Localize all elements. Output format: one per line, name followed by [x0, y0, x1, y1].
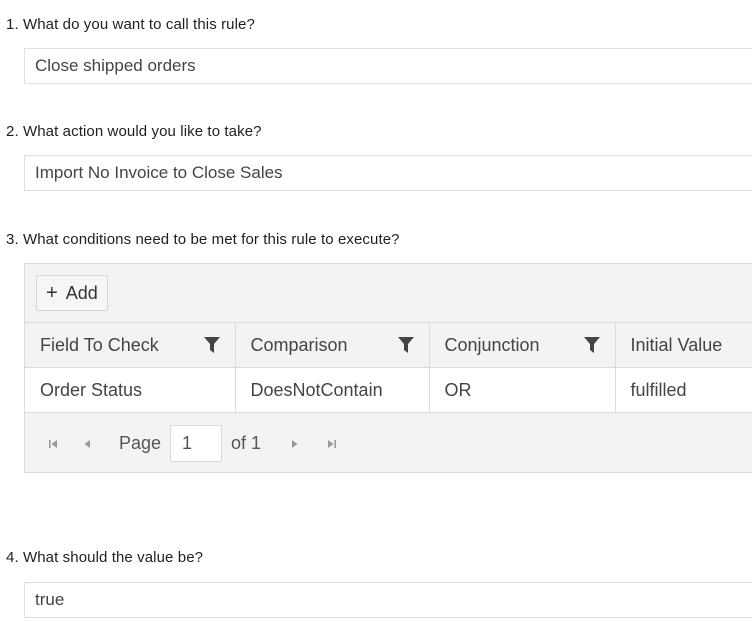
table-header-row: Field To Check Comparison Conjunction In… [25, 322, 752, 368]
question-conditions: 3. What conditions need to be met for th… [6, 231, 400, 248]
page-number-input[interactable]: 1 [170, 425, 223, 462]
filter-icon[interactable] [397, 337, 414, 354]
column-header-label: Comparison [250, 334, 348, 355]
page-label: Page [119, 433, 162, 453]
question-rule-name: 1. What do you want to call this rule? [6, 16, 255, 33]
column-header-conjunction[interactable]: Conjunction [428, 322, 616, 368]
filter-icon[interactable] [583, 337, 600, 354]
column-header-label: Conjunction [444, 334, 540, 355]
pager: Page 1 of 1 [25, 415, 752, 472]
add-condition-button[interactable]: + Add [36, 275, 108, 311]
column-header-comparison[interactable]: Comparison [234, 322, 430, 368]
filter-icon[interactable] [203, 337, 220, 354]
next-page-icon[interactable] [289, 438, 301, 450]
question-value: 4. What should the value be? [6, 549, 204, 566]
add-button-label: Add [65, 282, 98, 303]
rule-name-field[interactable]: Close shipped orders [24, 48, 752, 84]
column-header-label: Initial Value [630, 334, 723, 355]
table-cell[interactable]: DoesNotContain [234, 367, 430, 413]
table-cell[interactable]: fulfilled [614, 367, 752, 413]
last-page-icon[interactable] [326, 438, 338, 450]
column-header-label: Field To Check [40, 334, 159, 355]
table-row[interactable]: Order Status DoesNotContain OR fulfilled [25, 367, 752, 413]
prev-page-icon[interactable] [81, 438, 93, 450]
value-field[interactable]: true [24, 582, 752, 618]
column-header-initial-value[interactable]: Initial Value [614, 322, 752, 368]
table-cell[interactable]: OR [428, 367, 616, 413]
conditions-grid: + Add Field To Check Comparison Conjunct… [24, 263, 752, 473]
first-page-icon[interactable] [47, 438, 59, 450]
question-action: 2. What action would you like to take? [6, 123, 262, 140]
conditions-table: Field To Check Comparison Conjunction In… [25, 322, 752, 413]
plus-icon: + [46, 282, 58, 304]
column-header-field-to-check[interactable]: Field To Check [25, 322, 236, 368]
action-field[interactable]: Import No Invoice to Close Sales [24, 155, 752, 191]
table-cell[interactable]: Order Status [25, 367, 236, 413]
page-count-label: of 1 [231, 433, 262, 453]
